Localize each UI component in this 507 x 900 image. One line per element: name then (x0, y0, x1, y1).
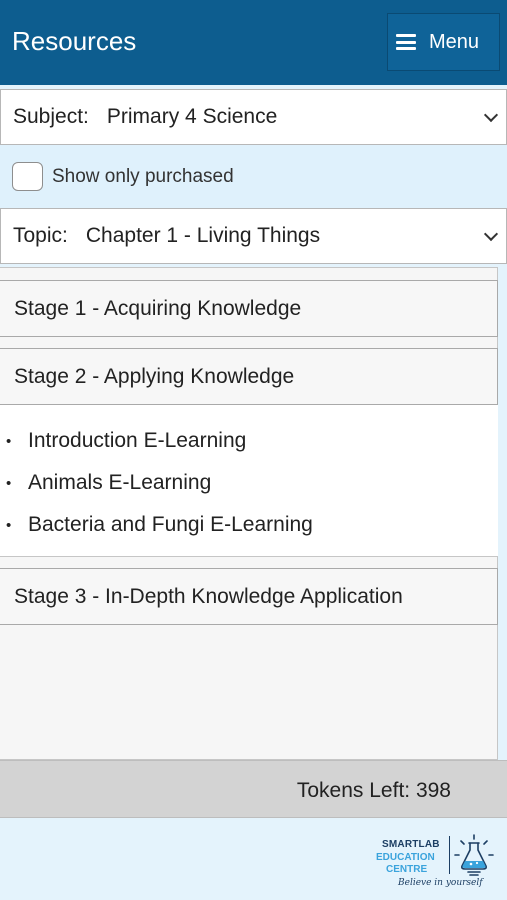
page-title: Resources (12, 26, 137, 56)
chevron-down-icon (483, 226, 499, 242)
resource-link[interactable]: Introduction E-Learning (28, 429, 246, 453)
tokens-text: Tokens Left: 398 (297, 779, 451, 803)
topic-label: Topic: (13, 224, 68, 247)
show-purchased-label[interactable]: Show only purchased (52, 166, 234, 188)
stages-panel: Stage 1 - Acquiring Knowledge Stage 2 - … (0, 267, 498, 760)
show-purchased-checkbox[interactable] (12, 162, 43, 191)
hamburger-icon (396, 34, 416, 50)
stage-1-header[interactable]: Stage 1 - Acquiring Knowledge (0, 280, 498, 337)
bullet: • (6, 516, 12, 534)
stage-2-resource-list: • Introduction E-Learning • Animals E-Lear… (0, 405, 498, 557)
smartlab-logo: SMARTLAB EDUCATION CENTRE Believe in you… (372, 833, 500, 893)
stage-3-header[interactable]: Stage 3 - In-Depth Knowledge Application (0, 568, 498, 625)
footer: SMARTLAB EDUCATION CENTRE Believe in you… (0, 818, 507, 900)
subject-select[interactable]: Subject: Primary 4 Science (0, 89, 507, 145)
resource-link[interactable]: Bacteria and Fungi E-Learning (28, 513, 313, 537)
list-item[interactable]: • Animals E-Learning (0, 462, 498, 504)
bullet: • (6, 474, 12, 492)
logo-line-1: SMARTLAB (382, 839, 440, 850)
bullet: • (6, 432, 12, 450)
subject-label: Subject: (13, 105, 89, 128)
tokens-value: 398 (415, 779, 451, 802)
logo-line-2: EDUCATION (376, 852, 435, 863)
flask-lightbulb-icon (454, 834, 494, 876)
purchased-filter-row: Show only purchased (0, 145, 507, 208)
topic-value: Chapter 1 - Living Things (85, 224, 321, 247)
chevron-down-icon (483, 107, 499, 123)
topic-select[interactable]: Topic: Chapter 1 - Living Things (0, 208, 507, 264)
list-item[interactable]: • Bacteria and Fungi E-Learning (0, 504, 498, 546)
list-item[interactable]: • Introduction E-Learning (0, 420, 498, 462)
subject-value: Primary 4 Science (106, 105, 278, 128)
logo-line-3: CENTRE (386, 864, 428, 875)
tokens-label: Tokens Left: (296, 779, 411, 802)
resource-link[interactable]: Animals E-Learning (28, 471, 211, 495)
menu-button[interactable]: Menu (387, 13, 500, 71)
app-header: Resources Menu (0, 0, 507, 85)
menu-button-label: Menu (429, 30, 480, 53)
tokens-bar: Tokens Left: 398 (0, 760, 507, 818)
stage-2-header[interactable]: Stage 2 - Applying Knowledge (0, 348, 498, 405)
logo-divider (449, 836, 450, 874)
